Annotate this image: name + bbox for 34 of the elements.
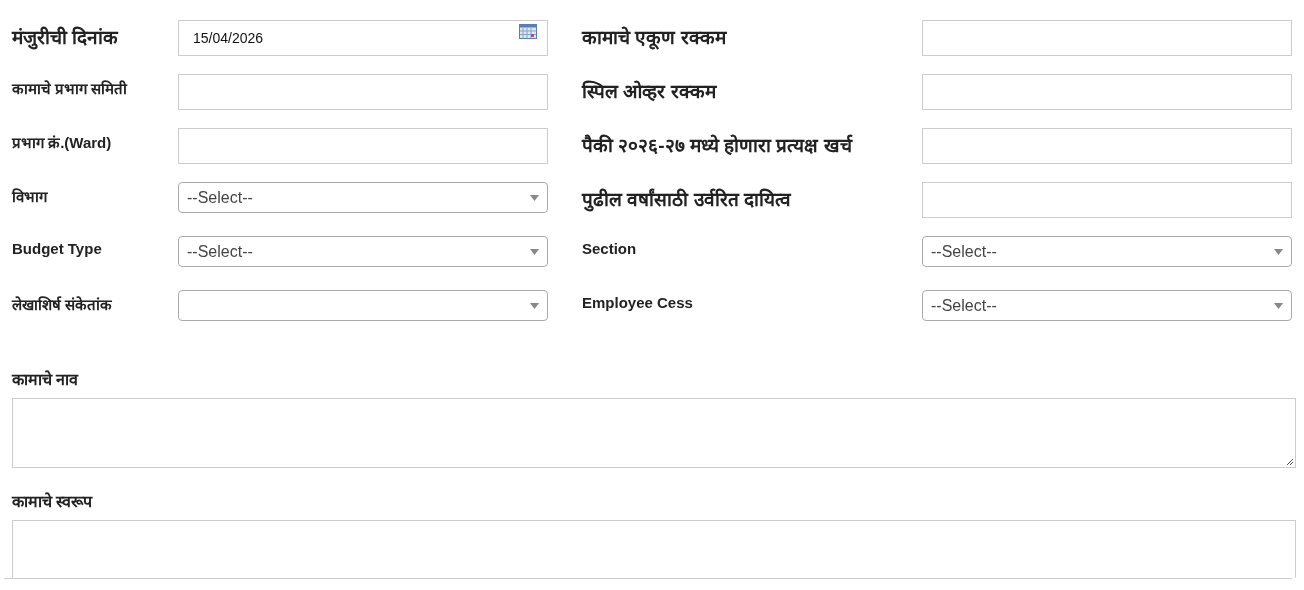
- field-label: कामाचे प्रभाग समिती: [10, 79, 129, 98]
- text-field[interactable]: [922, 74, 1292, 110]
- field-label: स्पिल ओव्हर रक्कम: [580, 79, 718, 104]
- text-field[interactable]: [178, 128, 548, 164]
- field-label: लेखाशिर्ष संकेतांक: [10, 295, 114, 314]
- resize-handle-icon[interactable]: [1284, 456, 1294, 466]
- select-dropdown[interactable]: [178, 290, 548, 321]
- field-label: विभाग: [10, 187, 49, 206]
- field-label: Section: [581, 239, 638, 257]
- text-field[interactable]: [922, 182, 1292, 218]
- text-field[interactable]: [922, 128, 1292, 164]
- field-label: कामाचे एकूण रक्कम: [580, 25, 728, 50]
- field-label: Employee Cess: [581, 293, 694, 311]
- select-dropdown[interactable]: --Select--: [178, 182, 548, 213]
- calendar-icon[interactable]: [519, 23, 537, 39]
- caret-icon: [1274, 248, 1283, 255]
- caret-icon: [1274, 302, 1283, 309]
- select-dropdown[interactable]: --Select--: [178, 236, 548, 267]
- field-label: कामाचे नाव: [12, 369, 80, 390]
- field-label: कामाचे स्वरूप: [12, 491, 94, 512]
- select-dropdown[interactable]: --Select--: [922, 236, 1292, 267]
- text-field[interactable]: [178, 74, 548, 110]
- text-field[interactable]: [922, 20, 1292, 56]
- select-dropdown[interactable]: --Select--: [922, 290, 1292, 321]
- caret-icon: [530, 194, 539, 201]
- caret-icon: [530, 302, 539, 309]
- field-label: पुढील वर्षांसाठी उर्वरित दायित्व: [580, 187, 793, 212]
- field-label: पैकी २०२६-२७ मध्ये होणारा प्रत्यक्ष खर्च: [580, 133, 854, 158]
- field-label: मंजुरीची दिनांक: [10, 25, 120, 50]
- field-label: प्रभाग क्रं.(Ward): [10, 133, 113, 152]
- text-area[interactable]: [12, 520, 1296, 578]
- date-field[interactable]: 15/04/2026: [178, 20, 548, 56]
- caret-icon: [530, 248, 539, 255]
- field-label: Budget Type: [11, 239, 103, 257]
